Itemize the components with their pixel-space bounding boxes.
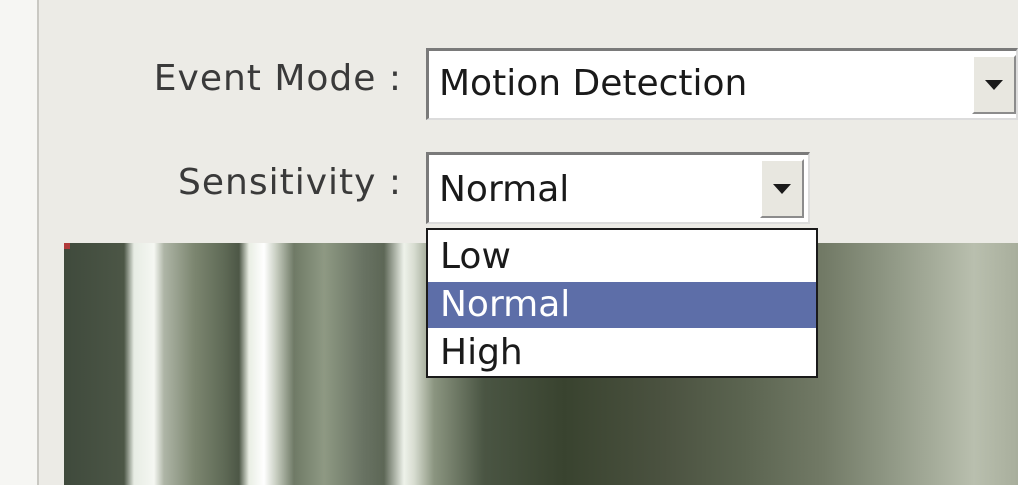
event-mode-label: Event Mode : [153, 58, 402, 99]
sensitivity-option-high[interactable]: High [428, 330, 816, 376]
sensitivity-value: Normal [439, 169, 570, 210]
sensitivity-option-low[interactable]: Low [428, 234, 816, 280]
panel-divider [37, 0, 39, 485]
left-margin [0, 0, 37, 485]
chevron-down-icon [985, 79, 1003, 90]
sensitivity-options-list[interactable]: Low Normal High [426, 228, 818, 378]
settings-panel: Event Mode : Motion Detection Sensitivit… [0, 0, 1018, 485]
sensitivity-select[interactable]: Normal [426, 152, 810, 224]
sensitivity-dropdown-button[interactable] [760, 159, 804, 218]
preview-marker [64, 243, 70, 249]
event-mode-value: Motion Detection [439, 63, 748, 104]
event-mode-select[interactable]: Motion Detection [426, 48, 1018, 120]
sensitivity-label: Sensitivity : [178, 162, 402, 203]
chevron-down-icon [773, 183, 791, 194]
sensitivity-option-normal[interactable]: Normal [428, 282, 816, 328]
event-mode-dropdown-button[interactable] [972, 55, 1016, 114]
